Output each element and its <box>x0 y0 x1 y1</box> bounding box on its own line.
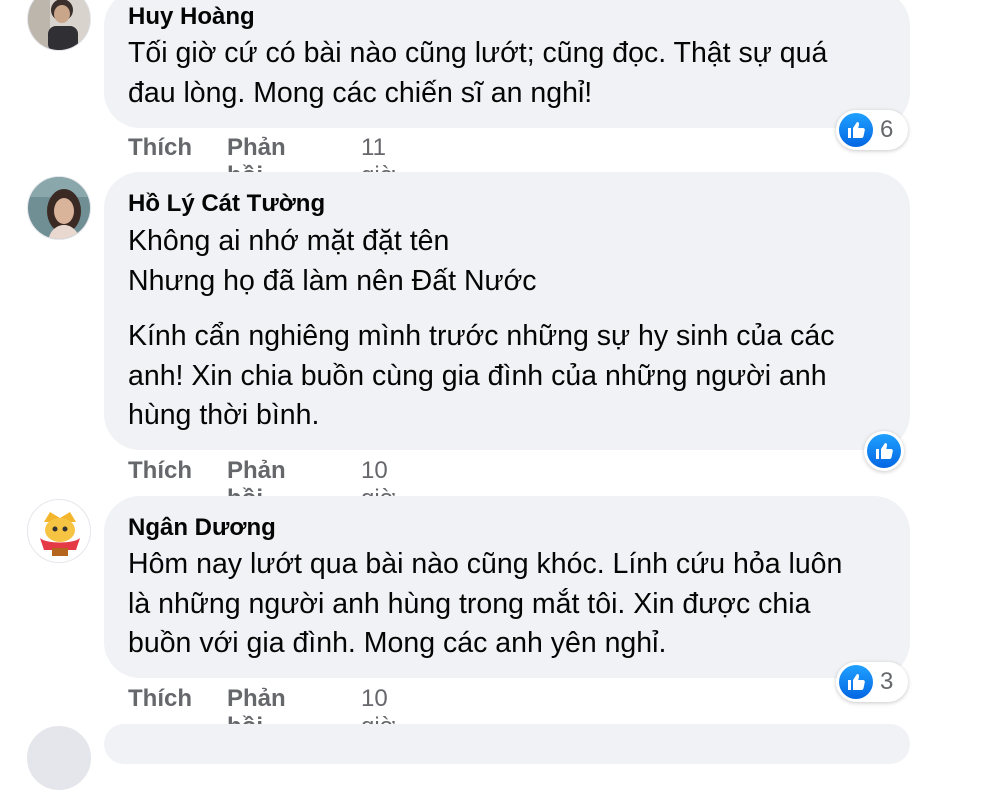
like-button[interactable]: Thích <box>128 685 192 713</box>
reaction-summary[interactable]: 6 <box>836 110 908 150</box>
reaction-count: 6 <box>880 116 894 143</box>
comment-text-line: hùng thời bình. <box>128 399 320 431</box>
comment-text-line: đau lòng. Mong các chiến sĩ an nghỉ! <box>128 77 593 109</box>
comment-text-line: buồn với gia đình. Mong các anh yên nghỉ… <box>128 627 667 659</box>
reaction-summary[interactable]: 3 <box>836 662 908 702</box>
comment-bubble: Huy Hoàng Tối giờ cứ có bài nào cũng lướ… <box>104 0 910 128</box>
comment-text-line: Hôm nay lướt qua bài nào cũng khóc. Lính… <box>128 548 843 580</box>
like-icon <box>839 113 873 147</box>
comment-author[interactable]: Ngân Dương <box>128 514 276 542</box>
comment-text-line: là những người anh hùng trong mắt tôi. X… <box>128 588 811 620</box>
avatar-photo-icon <box>28 0 90 50</box>
avatar[interactable] <box>27 0 91 51</box>
like-icon <box>839 665 873 699</box>
avatar[interactable] <box>27 499 91 563</box>
comment-bubble: Ngân Dương Hôm nay lướt qua bài nào cũng… <box>104 496 910 678</box>
like-button[interactable]: Thích <box>128 457 192 485</box>
reaction-summary[interactable] <box>864 431 904 471</box>
comment-bubble <box>104 724 910 764</box>
comment-text-line: Kính cẩn nghiêng mình trước những sự hy … <box>128 320 835 352</box>
avatar-cartoon-icon <box>28 500 90 562</box>
like-icon <box>867 434 901 468</box>
avatar[interactable] <box>27 726 91 790</box>
reaction-count: 3 <box>880 668 894 695</box>
avatar[interactable] <box>27 176 91 240</box>
comment-author[interactable]: Huy Hoàng <box>128 3 255 31</box>
comment-author[interactable]: Hồ Lý Cát Tường <box>128 190 325 218</box>
comment-bubble: Hồ Lý Cát Tường Không ai nhớ mặt đặt tên… <box>104 172 910 450</box>
like-button[interactable]: Thích <box>128 134 192 162</box>
avatar-photo-icon <box>28 177 90 239</box>
comment-text-line: Không ai nhớ mặt đặt tên <box>128 225 450 257</box>
comment-text-line: anh! Xin chia buồn cùng gia đình của nhữ… <box>128 360 827 392</box>
comment-text-line: Nhưng họ đã làm nên Đất Nước <box>128 265 537 297</box>
comment-text-line: Tối giờ cứ có bài nào cũng lướt; cũng đọ… <box>128 37 828 69</box>
